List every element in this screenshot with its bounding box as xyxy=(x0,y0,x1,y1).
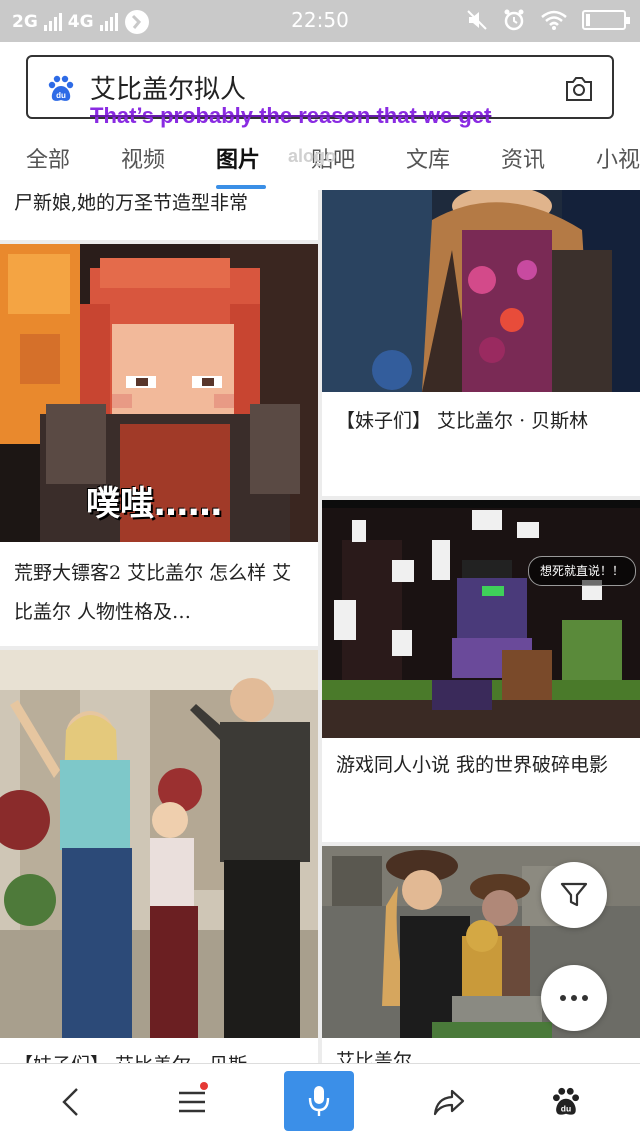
search-input[interactable]: 艾比盖尔拟人 xyxy=(90,69,246,106)
share-button[interactable] xyxy=(409,1064,489,1138)
meme-overlay-text: 噗嗤…… xyxy=(86,484,222,524)
result-card[interactable]: 【妹子们】 艾比盖尔 · 贝斯林 xyxy=(322,190,640,496)
notification-dot xyxy=(200,1082,208,1090)
result-card[interactable]: 噗嗤…… 荒野大镖客2 艾比盖尔 怎么样 艾比盖尔 人物性格及… xyxy=(0,244,318,646)
result-card[interactable]: 想死就直说！！ 游戏同人小说 我的世界破碎电影 xyxy=(322,500,640,842)
back-button[interactable] xyxy=(30,1064,110,1138)
result-caption: 荒野大镖客2 艾比盖尔 怎么样 艾比盖尔 人物性格及… xyxy=(14,562,292,623)
status-bar: 2G 4G 22:50 xyxy=(0,0,640,42)
result-caption: 艾比盖尔 xyxy=(336,1050,413,1063)
baidu-home-button[interactable]: du xyxy=(526,1064,606,1138)
result-caption: 【妹子们】 艾比盖尔 · 贝斯林 xyxy=(336,410,589,432)
result-card[interactable]: 【妹子们】 艾比盖尔 · 贝斯 xyxy=(0,650,318,1063)
svg-text:du: du xyxy=(561,1103,571,1113)
result-thumbnail xyxy=(0,650,318,1038)
filter-button[interactable] xyxy=(541,862,607,928)
baidu-paw-icon: du xyxy=(552,1087,580,1115)
result-caption: 尸新娘,她的万圣节造型非常 xyxy=(14,192,249,214)
tab-video[interactable]: 视频 xyxy=(121,142,165,174)
bottom-navigation: du xyxy=(0,1063,640,1138)
result-caption: 【妹子们】 艾比盖尔 · 贝斯 xyxy=(14,1046,306,1063)
alarm-icon xyxy=(504,9,524,31)
result-card[interactable]: 尸新娘,她的万圣节造型非常 xyxy=(0,190,318,240)
image-results-grid: 尸新娘,她的万圣节造型非常 噗嗤…… 荒野大镖客2 艾比盖尔 怎么样 艾比盖尔 … xyxy=(0,190,640,1063)
tab-news[interactable]: 资讯 xyxy=(501,142,545,174)
menu-button[interactable] xyxy=(152,1064,232,1138)
mute-icon xyxy=(467,10,487,30)
tab-short-video[interactable]: 小视频 xyxy=(596,142,640,174)
tab-images[interactable]: 图片 xyxy=(216,142,260,174)
camera-icon[interactable] xyxy=(564,75,594,103)
battery-icon xyxy=(582,10,630,30)
result-thumbnail: 想死就直说！！ xyxy=(322,500,640,738)
tab-wenku[interactable]: 文库 xyxy=(406,142,450,174)
video-caption-overlay: That’s probably the reason that we get xyxy=(90,103,492,128)
menu-icon xyxy=(179,1091,205,1112)
microphone-icon xyxy=(308,1086,330,1116)
status-icons xyxy=(466,8,630,32)
voice-search-button[interactable] xyxy=(284,1071,354,1131)
share-arrow-icon xyxy=(433,1089,465,1115)
svg-text:du: du xyxy=(56,91,66,100)
back-arrow-icon xyxy=(62,1087,78,1116)
more-button[interactable] xyxy=(541,965,607,1031)
active-tab-indicator xyxy=(216,185,266,189)
tab-all[interactable]: 全部 xyxy=(26,142,70,174)
watermark: alogo xyxy=(288,146,336,166)
category-tabs: 全部 视频 图片 贴吧 文库 资讯 小视频 alogo xyxy=(0,138,640,190)
baidu-paw-icon: du xyxy=(48,75,74,101)
wifi-icon xyxy=(541,10,567,30)
result-thumbnail: 噗嗤…… xyxy=(0,244,318,542)
speech-bubble: 想死就直说！！ xyxy=(528,556,636,586)
filter-icon xyxy=(560,882,588,907)
search-header: du 艾比盖尔拟人 That’s probably the reason tha… xyxy=(0,42,640,190)
result-caption: 游戏同人小说 我的世界破碎电影 xyxy=(336,754,609,776)
more-dots-icon xyxy=(560,995,588,1001)
result-thumbnail xyxy=(322,190,640,392)
